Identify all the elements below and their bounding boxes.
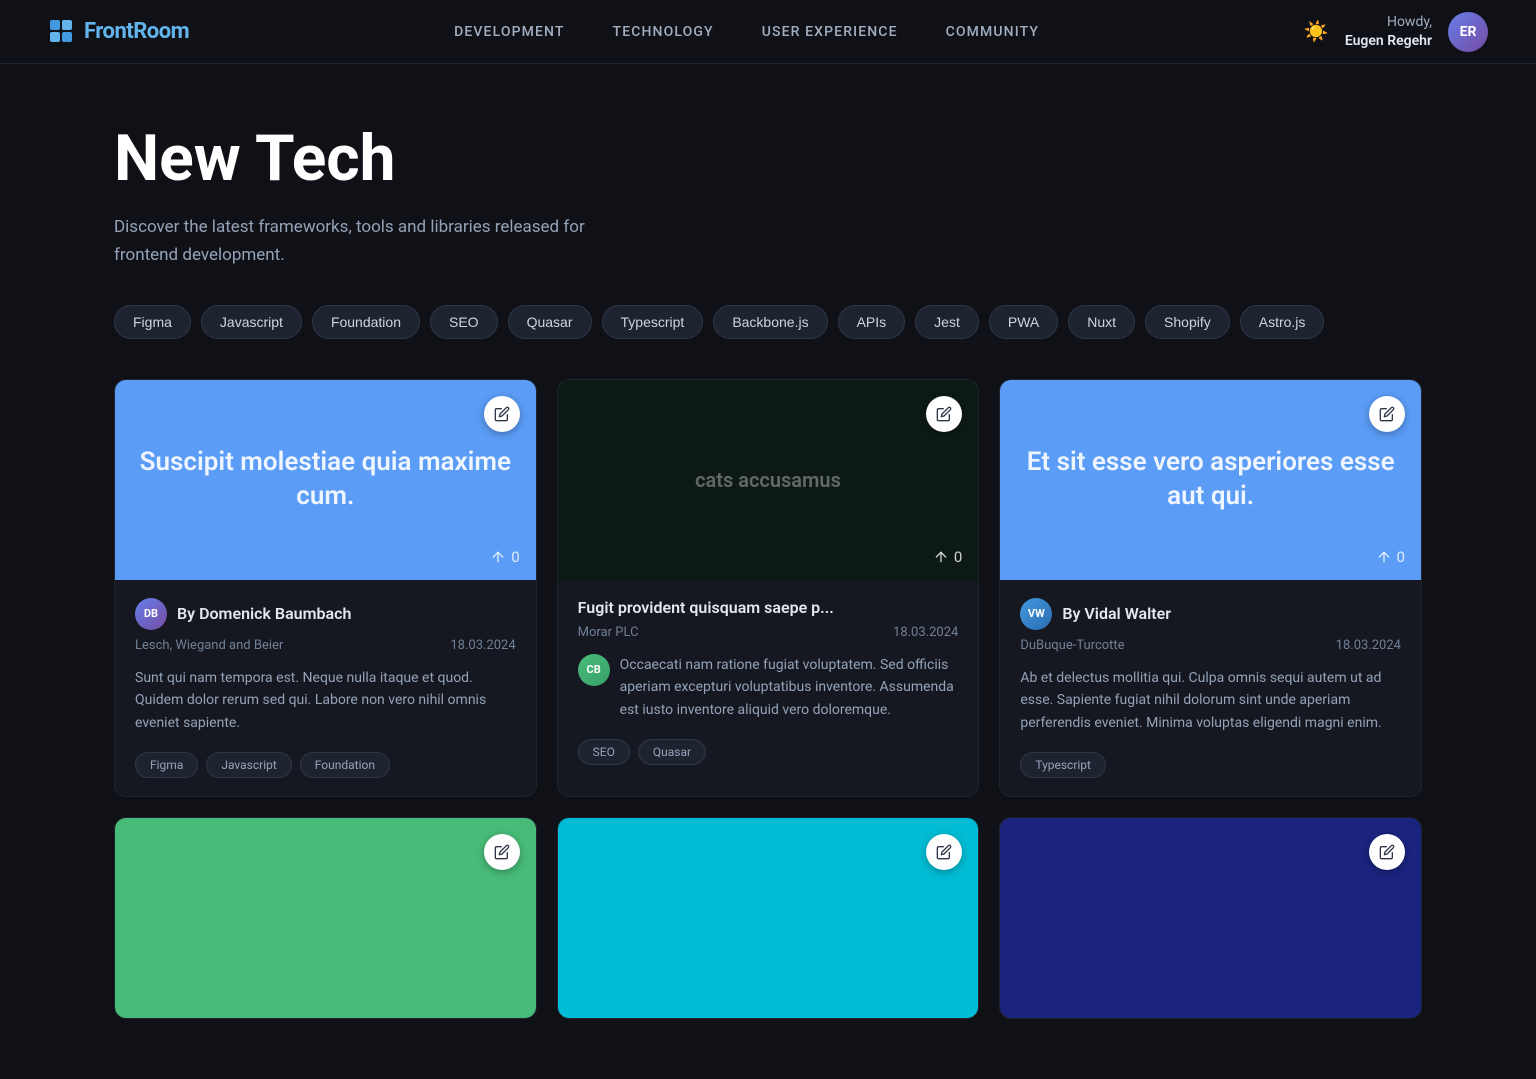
comment-avatar: CB [578,654,610,686]
vote-count-card-2: 0 [933,548,962,566]
card-body-card-1: DB By Domenick Baumbach Lesch, Wiegand and… [115,580,536,796]
comment-text: Occaecati nam ratione fugiat voluptatem.… [620,654,959,721]
card-tags: Figma Javascript Foundation [135,752,516,778]
card-date: 18.03.2024 [1336,638,1401,653]
nav-development[interactable]: DEVELOPMENT [454,24,564,40]
card-company: DuBuque-Turcotte [1020,638,1124,653]
card-card-6 [999,817,1422,1019]
avatar[interactable]: ER [1448,12,1488,52]
tag-astrojs[interactable]: Astro.js [1240,305,1325,339]
vote-count-card-1: 0 [490,548,519,566]
nav-links: DEVELOPMENT TECHNOLOGY USER EXPERIENCE C… [454,24,1039,40]
nav-community[interactable]: COMMUNITY [946,24,1039,40]
card-tag[interactable]: Javascript [206,752,291,778]
vote-count-card-3: 0 [1376,548,1405,566]
card-company: Lesch, Wiegand and Beier [135,638,283,653]
tag-seo[interactable]: SEO [430,305,498,339]
author-avatar: DB [135,598,167,630]
vote-number: 0 [1397,548,1405,566]
card-tag[interactable]: Foundation [300,752,390,778]
logo-icon [48,18,76,46]
page-title: New Tech [114,124,1422,194]
card-tag[interactable]: Figma [135,752,198,778]
edit-button-card-1[interactable] [484,396,520,432]
tag-pwa[interactable]: PWA [989,305,1058,339]
card-image-card-1: Suscipit molestiae quia maxime cum. 0 [115,380,536,580]
tag-shopify[interactable]: Shopify [1145,305,1230,339]
card-card-2: cats accusamus 0Fugit provident quisquam… [557,379,980,797]
edit-button-card-2[interactable] [926,396,962,432]
card-date: 18.03.2024 [893,625,958,640]
card-author-row: DB By Domenick Baumbach [135,598,516,630]
tags-row: Figma Javascript Foundation SEO Quasar Typesc… [114,305,1422,339]
edit-button-card-5[interactable] [926,834,962,870]
tag-nuxt[interactable]: Nuxt [1068,305,1135,339]
card-image-text: cats accusamus [675,447,861,513]
card-image-card-3: Et sit esse vero asperiores esse aut qui… [1000,380,1421,580]
author-avatar: VW [1020,598,1052,630]
card-card-3: Et sit esse vero asperiores esse aut qui… [999,379,1422,797]
card-body-card-2: Fugit provident quisquam saepe p... Morar… [558,580,979,783]
card-author-row: Fugit provident quisquam saepe p... [578,598,959,617]
card-image-text: Et sit esse vero asperiores esse aut qui… [1000,426,1421,534]
card-author-row: VW By Vidal Walter [1020,598,1401,630]
card-image-text: Suscipit molestiae quia maxime cum. [115,426,536,534]
sun-icon: ☀️ [1304,19,1329,44]
card-date: 18.03.2024 [450,638,515,653]
card-title: Fugit provident quisquam saepe p... [578,598,834,617]
card-card-4 [114,817,537,1019]
card-tag[interactable]: Typescript [1020,752,1106,778]
nav-user-experience[interactable]: USER EXPERIENCE [762,24,898,40]
card-image-card-5 [558,818,979,1018]
main-content: New Tech Discover the latest frameworks,… [0,64,1536,1079]
author-name: By Domenick Baumbach [177,604,351,623]
card-company: Morar PLC [578,625,639,640]
card-meta-row: DuBuque-Turcotte 18.03.2024 [1020,638,1401,653]
card-tag[interactable]: Quasar [638,739,706,765]
card-body-card-3: VW By Vidal Walter DuBuque-Turcotte 18.03.2… [1000,580,1421,796]
card-card-5 [557,817,980,1019]
card-tags: Typescript [1020,752,1401,778]
edit-button-card-4[interactable] [484,834,520,870]
card-image-card-6 [1000,818,1421,1018]
tag-apis[interactable]: APIs [838,305,906,339]
tag-quasar[interactable]: Quasar [508,305,592,339]
hero-section: New Tech Discover the latest frameworks,… [114,124,1422,269]
card-meta-row: Lesch, Wiegand and Beier 18.03.2024 [135,638,516,653]
vote-number: 0 [954,548,962,566]
card-card-1: Suscipit molestiae quia maxime cum. 0 DB B… [114,379,537,797]
nav-logo[interactable]: FrontRoom [48,18,189,46]
card-description: Sunt qui nam tempora est. Neque nulla it… [135,667,516,734]
card-image-card-2: cats accusamus 0 [558,380,979,580]
author-name: By Vidal Walter [1062,604,1171,623]
tag-foundation[interactable]: Foundation [312,305,420,339]
vote-number: 0 [511,548,519,566]
hero-description: Discover the latest frameworks, tools an… [114,214,634,268]
nav-right: ☀️ Howdy, Eugen Regehr ER [1304,12,1488,52]
card-description: Ab et delectus mollitia qui. Culpa omnis… [1020,667,1401,734]
logo-text: FrontRoom [84,19,189,44]
card-tags: SEO Quasar [578,739,959,765]
card-comment-row: CB Occaecati nam ratione fugiat voluptate… [578,654,959,721]
tag-backbonejs[interactable]: Backbone.js [713,305,827,339]
theme-toggle-button[interactable]: ☀️ [1304,19,1329,44]
card-meta-row: Morar PLC 18.03.2024 [578,625,959,640]
tag-figma[interactable]: Figma [114,305,191,339]
card-image-card-4 [115,818,536,1018]
edit-button-card-6[interactable] [1369,834,1405,870]
nav-technology[interactable]: TECHNOLOGY [613,24,714,40]
user-greeting: Howdy, Eugen Regehr [1345,13,1432,49]
avatar-initials: ER [1460,24,1477,40]
card-tag[interactable]: SEO [578,739,630,765]
cards-grid: Suscipit molestiae quia maxime cum. 0 DB B… [114,379,1422,1019]
navbar: FrontRoom DEVELOPMENT TECHNOLOGY USER EX… [0,0,1536,64]
edit-button-card-3[interactable] [1369,396,1405,432]
tag-javascript[interactable]: Javascript [201,305,302,339]
tag-typescript[interactable]: Typescript [602,305,704,339]
tag-jest[interactable]: Jest [915,305,979,339]
